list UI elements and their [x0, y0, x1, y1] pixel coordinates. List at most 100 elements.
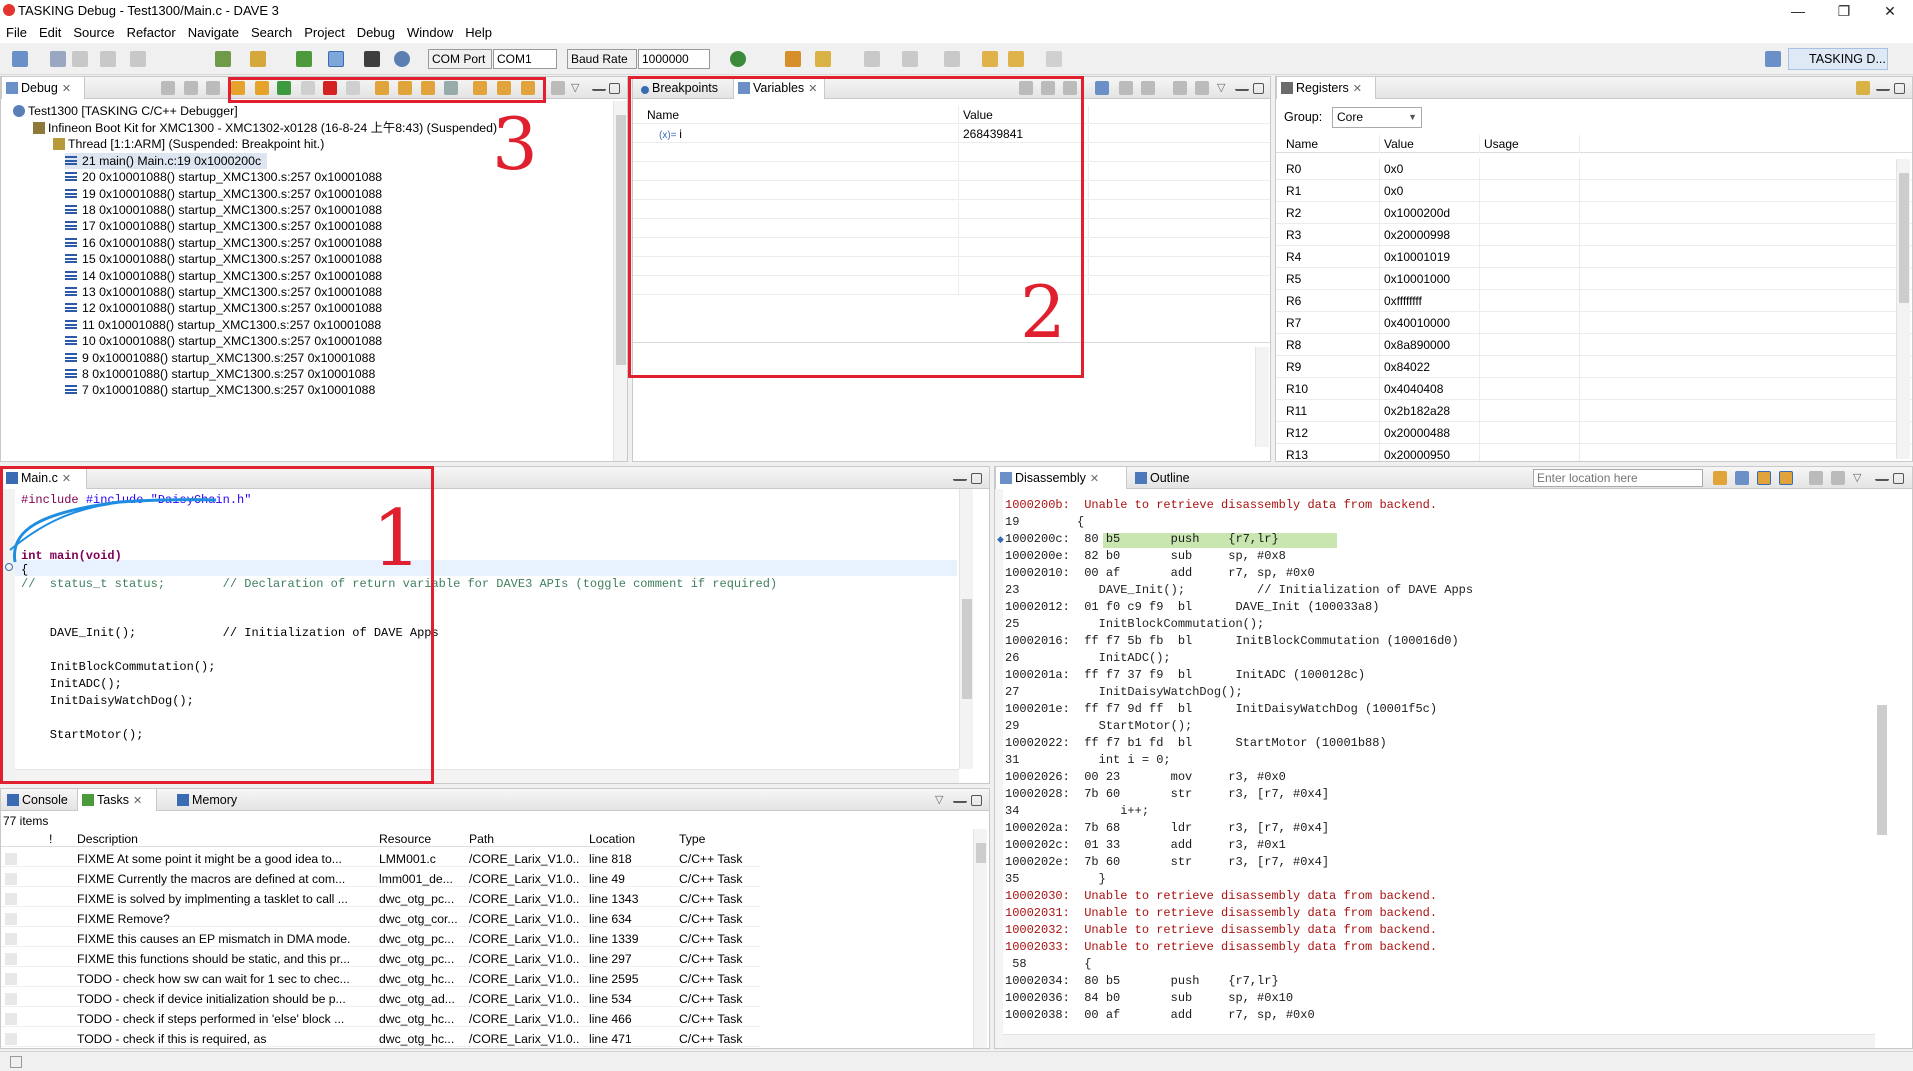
back-arrow-icon[interactable] — [1008, 51, 1024, 67]
folder-icon[interactable] — [785, 51, 801, 67]
disassembly-line[interactable]: 10002032: Unable to retrieve disassembly… — [1005, 923, 1437, 937]
task-row[interactable]: FIXME is solved by implmenting a tasklet… — [1, 891, 761, 908]
tab-debug[interactable]: Debug ✕ — [1, 77, 85, 99]
minimize-view-icon[interactable] — [953, 793, 967, 803]
menu-help[interactable]: Help — [459, 22, 498, 43]
task-row[interactable]: FIXME this functions should be static, a… — [1, 951, 761, 968]
register-value[interactable]: 0x10001000 — [1380, 268, 1480, 290]
location-input[interactable] — [1533, 469, 1703, 487]
register-value[interactable]: 0x10001019 — [1380, 246, 1480, 268]
tree-thread[interactable]: Thread [1:1:ARM] (Suspended: Breakpoint … — [53, 136, 324, 152]
tab-disassembly[interactable]: Disassembly ✕ — [995, 467, 1127, 489]
register-value[interactable]: 0x0 — [1380, 180, 1480, 202]
maximize-view-icon[interactable] — [609, 83, 620, 94]
register-value[interactable]: 0x20000950 — [1380, 444, 1480, 461]
tree-target[interactable]: Infineon Boot Kit for XMC1300 - XMC1302-… — [33, 120, 497, 136]
marker-icon[interactable] — [864, 51, 880, 67]
disassembly-line[interactable]: 10002036: 84 b0 sub sp, #0x10 — [1005, 991, 1293, 1005]
scroll-thumb[interactable] — [616, 115, 626, 365]
remove-all-icon[interactable] — [1141, 81, 1155, 95]
tab-registers[interactable]: Registers ✕ — [1276, 77, 1376, 99]
remove-icon[interactable] — [1119, 81, 1133, 95]
fast-view-icon[interactable] — [10, 1056, 22, 1068]
menu-edit[interactable]: Edit — [33, 22, 67, 43]
register-row[interactable]: R3 0x20000998 — [1276, 224, 1912, 246]
view-menu-icon[interactable] — [551, 81, 565, 95]
task-checkbox[interactable] — [5, 973, 17, 985]
disassembly-line[interactable]: 58 { — [1005, 957, 1091, 971]
disassembly-line[interactable]: 19 { — [1005, 515, 1084, 529]
maximize-view-icon[interactable] — [971, 795, 982, 806]
disassembly-line[interactable]: 34 i++; — [1005, 804, 1149, 818]
disassembly-line[interactable]: 29 StartMotor(); — [1005, 719, 1192, 733]
pin-icon[interactable] — [1831, 471, 1845, 485]
register-row[interactable]: R6 0xffffffff — [1276, 290, 1912, 312]
stack-frame[interactable]: 13 0x10001088() startup_XMC1300.s:257 0x… — [65, 284, 382, 300]
chevron-down-icon[interactable]: ▽ — [571, 81, 585, 95]
minimize-view-icon[interactable] — [592, 81, 606, 91]
register-value[interactable]: 0x20000488 — [1380, 422, 1480, 444]
register-value[interactable]: 0x8a890000 — [1380, 334, 1480, 356]
disassembly-line[interactable]: 1000200c: 80 b5 push {r7,lr} — [1005, 532, 1279, 546]
close-icon[interactable]: ✕ — [1090, 468, 1099, 490]
disassembly-line[interactable]: 10002012: 01 f0 c9 f9 bl DAVE_Init (1000… — [1005, 600, 1379, 614]
disassembly-line[interactable]: 25 InitBlockCommutation(); — [1005, 617, 1264, 631]
com-port-select[interactable]: COM1 — [493, 49, 557, 69]
editor-scrollbar[interactable] — [959, 489, 973, 769]
stack-frame[interactable]: 19 0x10001088() startup_XMC1300.s:257 0x… — [65, 186, 382, 202]
stack-frame[interactable]: 17 0x10001088() startup_XMC1300.s:257 0x… — [65, 218, 382, 234]
stack-frame[interactable]: 10 0x10001088() startup_XMC1300.s:257 0x… — [65, 333, 382, 349]
build-icon[interactable] — [215, 51, 231, 67]
chevron-down-icon[interactable]: ▽ — [935, 793, 949, 807]
disassembly-line[interactable]: 27 InitDaisyWatchDog(); — [1005, 685, 1243, 699]
task-checkbox[interactable] — [5, 893, 17, 905]
column-header-value[interactable]: Value — [1380, 135, 1480, 153]
tab-console[interactable]: Console — [3, 789, 75, 811]
disassembly-ruler[interactable] — [995, 489, 1003, 1048]
task-row[interactable]: TODO - check how sw can wait for 1 sec t… — [1, 971, 761, 988]
go-to-pc-icon[interactable] — [1713, 471, 1727, 485]
tab-outline[interactable]: Outline — [1131, 467, 1203, 489]
task-checkbox[interactable] — [5, 993, 17, 1005]
register-value[interactable]: 0xffffffff — [1380, 290, 1480, 312]
group-select[interactable]: Core ▼ — [1332, 107, 1422, 128]
debug-icon[interactable] — [296, 51, 312, 67]
register-row[interactable]: R12 0x20000488 — [1276, 422, 1912, 444]
disassembly-line[interactable]: 1000201a: ff f7 37 f9 bl InitADC (100012… — [1005, 668, 1365, 682]
chevron-down-icon[interactable]: ▽ — [1217, 81, 1231, 95]
pin-icon[interactable] — [1195, 81, 1209, 95]
disassembly-line[interactable]: 10002030: Unable to retrieve disassembly… — [1005, 889, 1437, 903]
maximize-view-icon[interactable] — [1253, 83, 1264, 94]
register-row[interactable]: R7 0x40010000 — [1276, 312, 1912, 334]
menu-window[interactable]: Window — [401, 22, 459, 43]
minimize-view-icon[interactable] — [953, 471, 967, 481]
save-icon[interactable] — [50, 51, 66, 67]
register-row[interactable]: R13 0x20000950 — [1276, 444, 1912, 461]
stack-frame[interactable]: 18 0x10001088() startup_XMC1300.s:257 0x… — [65, 202, 382, 218]
column-header-type[interactable]: Type — [679, 831, 759, 847]
stack-frame[interactable]: 7 0x10001088() startup_XMC1300.s:257 0x1… — [65, 382, 375, 398]
disassembly-line[interactable]: 1000200b: Unable to retrieve disassembly… — [1005, 498, 1437, 512]
task-row[interactable]: TODO - check if device initialization sh… — [1, 991, 761, 1008]
minimize-view-icon[interactable] — [1235, 81, 1249, 91]
menu-project[interactable]: Project — [298, 22, 350, 43]
skip-breakpoints-icon[interactable] — [328, 51, 344, 67]
menu-source[interactable]: Source — [67, 22, 120, 43]
run-person-icon[interactable] — [364, 51, 380, 67]
disassembly-line[interactable]: 10002010: 00 af add r7, sp, #0x0 — [1005, 566, 1315, 580]
close-icon[interactable]: ✕ — [62, 78, 71, 100]
menu-refactor[interactable]: Refactor — [121, 22, 182, 43]
stack-frame[interactable]: 14 0x10001088() startup_XMC1300.s:257 0x… — [65, 268, 382, 284]
link-editor-icon[interactable] — [1735, 471, 1749, 485]
stack-frame[interactable]: 20 0x10001088() startup_XMC1300.s:257 0x… — [65, 169, 382, 185]
task-row[interactable]: FIXME Remove? dwc_otg_cor... /CORE_Larix_V… — [1, 911, 761, 928]
disassembly-line[interactable]: 10002016: ff f7 5b fb bl InitBlockCommut… — [1005, 634, 1459, 648]
register-row[interactable]: R11 0x2b182a28 — [1276, 400, 1912, 422]
maximize-button[interactable]: ❐ — [1821, 0, 1867, 22]
register-row[interactable]: R10 0x4040408 — [1276, 378, 1912, 400]
menu-search[interactable]: Search — [245, 22, 298, 43]
disassembly-line[interactable]: 1000202c: 01 33 add r3, #0x1 — [1005, 838, 1286, 852]
perspective-tasking-debug[interactable]: TASKING D... — [1788, 48, 1888, 70]
remove-terminated-icon[interactable] — [161, 81, 175, 95]
register-row[interactable]: R4 0x10001019 — [1276, 246, 1912, 268]
